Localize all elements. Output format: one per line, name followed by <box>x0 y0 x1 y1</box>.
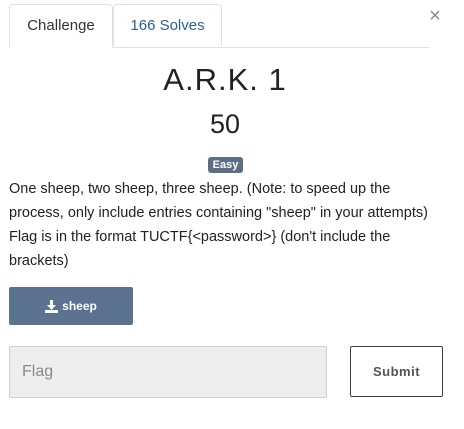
close-icon[interactable]: × <box>427 6 443 26</box>
submit-button[interactable]: Submit <box>350 346 443 397</box>
challenge-modal: Challenge 166 Solves × A.R.K. 1 50 Easy … <box>0 0 464 429</box>
challenge-value: 50 <box>209 109 241 139</box>
difficulty-badge: Easy <box>208 157 243 173</box>
challenge-description: One sheep, two sheep, three sheep. (Note… <box>9 181 428 269</box>
tab-challenge[interactable]: Challenge <box>9 4 113 48</box>
tab-solves[interactable]: 166 Solves <box>113 4 222 46</box>
download-file-label: sheep <box>62 299 97 313</box>
flag-input[interactable] <box>9 346 327 398</box>
tab-bar: Challenge 166 Solves <box>9 4 429 48</box>
download-file-button[interactable]: sheep <box>9 287 133 325</box>
challenge-title: A.R.K. 1 <box>163 62 287 97</box>
download-icon <box>45 299 59 313</box>
